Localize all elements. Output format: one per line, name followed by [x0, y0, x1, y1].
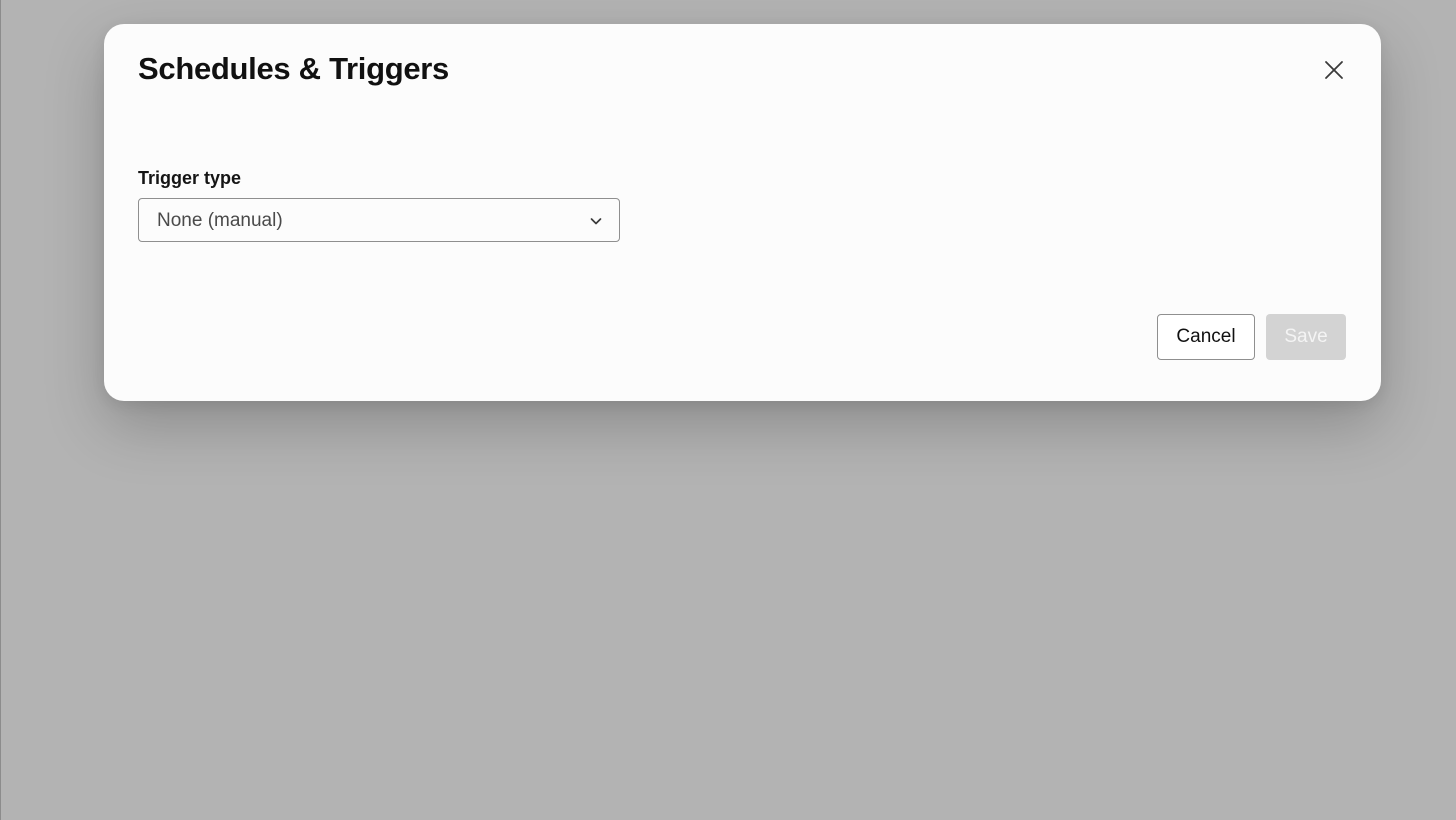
schedules-triggers-dialog: Schedules & Triggers Trigger type None (… [104, 24, 1381, 401]
save-button[interactable]: Save [1266, 314, 1346, 360]
close-button[interactable] [1320, 56, 1348, 84]
chevron-down-icon [590, 218, 602, 225]
trigger-type-selected-value: None (manual) [157, 210, 283, 231]
cancel-button[interactable]: Cancel [1157, 314, 1255, 360]
dialog-title: Schedules & Triggers [138, 51, 449, 86]
trigger-type-label: Trigger type [138, 168, 242, 188]
close-icon [1325, 61, 1343, 79]
trigger-type-select[interactable]: None (manual) [138, 198, 620, 242]
